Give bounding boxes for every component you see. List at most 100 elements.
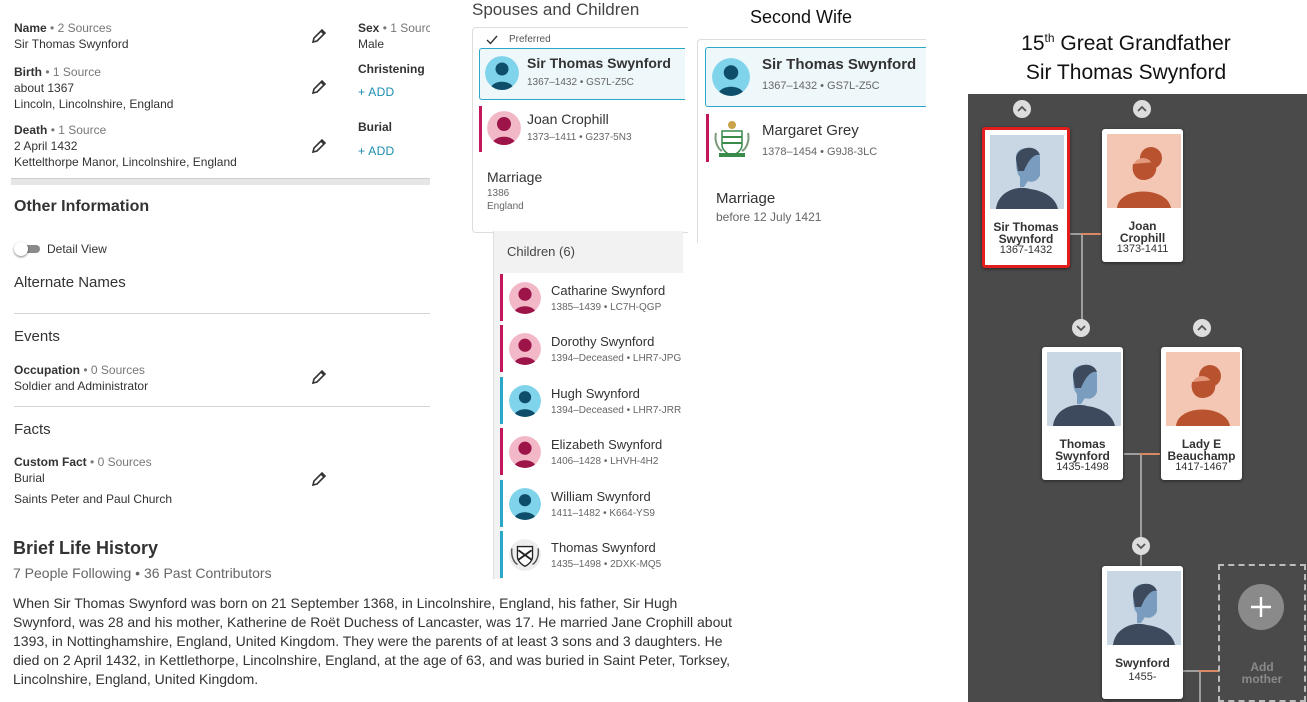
second-wife-gender-bar: [706, 114, 709, 162]
child-row[interactable]: Dorothy Swynford 1394–Deceased • LHR7-JPG: [500, 325, 685, 372]
wife-gender-bar: [479, 106, 482, 152]
tree-person-dates: 1373-1411: [1116, 243, 1169, 255]
female-avatar-icon: [509, 332, 541, 365]
sex-value: Male: [358, 37, 385, 51]
tree-person-card[interactable]: Sir Thomas Swynford 1367-1432: [982, 127, 1070, 268]
tree-person-dates: 1435-1498: [1056, 461, 1109, 473]
marriage-label: Marriage: [487, 169, 543, 185]
section-divider: [11, 178, 430, 185]
events-title: Events: [14, 328, 60, 345]
detail-view-toggle[interactable]: [14, 242, 42, 256]
chevron-up-icon[interactable]: [1013, 100, 1031, 118]
child-name[interactable]: Hugh Swynford: [551, 386, 681, 401]
children-title: Children (6): [507, 244, 575, 259]
wife-meta: 1373–1411 • G237-5N3: [527, 132, 632, 143]
child-row[interactable]: Hugh Swynford 1394–Deceased • LHR7-JRR: [500, 377, 685, 424]
chevron-down-icon[interactable]: [1132, 537, 1150, 555]
tree-connector: [1081, 233, 1083, 330]
death-date: 2 April 1432: [14, 139, 78, 153]
child-info: Elizabeth Swynford 1406–1428 • LHVH-4H2: [551, 437, 662, 467]
sex-label-row: Sex • 1 Sourc: [358, 21, 430, 35]
female-avatar-icon: [509, 435, 541, 468]
edit-pencil-icon[interactable]: [310, 368, 328, 386]
child-row[interactable]: Elizabeth Swynford 1406–1428 • LHVH-4H2: [500, 428, 685, 475]
tree-person-card[interactable]: Lady E Beauchamp 1417-1467: [1161, 347, 1242, 480]
child-info: Catharine Swynford 1385–1439 • LC7H-QGP: [551, 283, 665, 313]
birth-sources[interactable]: • 1 Source: [45, 65, 101, 79]
custom-fact-sources[interactable]: • 0 Sources: [90, 455, 152, 469]
child-meta: 1394–Deceased • LHR7-JPG: [551, 352, 682, 364]
burial-add-button[interactable]: + ADD: [358, 144, 395, 158]
chevron-down-icon[interactable]: [1072, 319, 1090, 337]
child-name[interactable]: William Swynford: [551, 489, 655, 504]
tree-title-generation: 15: [1021, 32, 1045, 55]
sex-sources[interactable]: • 1 Sourc: [383, 21, 430, 35]
tree-person-card[interactable]: Swynford 1455-: [1102, 566, 1183, 699]
christening-add-button[interactable]: + ADD: [358, 85, 395, 99]
sex-label: Sex: [358, 21, 380, 35]
name-label: Name: [14, 21, 47, 35]
life-history-following[interactable]: 7 People Following • 36 Past Contributor…: [13, 565, 272, 581]
tree-person-name: Joan Crophill: [1102, 220, 1183, 244]
tree-portrait: [1047, 352, 1121, 426]
edit-pencil-icon[interactable]: [310, 27, 328, 45]
tree-person-card[interactable]: Thomas Swynford 1435-1498: [1042, 347, 1123, 480]
custom-fact-value: Burial: [14, 471, 45, 485]
tree-title-person: Sir Thomas Swynford: [1025, 61, 1227, 84]
marriage-place: England: [487, 201, 524, 212]
tree-person-name: Sir Thomas Swynford: [985, 221, 1067, 245]
female-avatar-icon: [509, 281, 541, 314]
tree-connector: [1140, 453, 1142, 573]
divider: [14, 313, 430, 314]
death-sources[interactable]: • 1 Source: [51, 123, 107, 137]
burial-label: Burial: [358, 120, 393, 134]
edit-pencil-icon[interactable]: [310, 137, 328, 155]
child-name[interactable]: Catharine Swynford: [551, 283, 665, 298]
coat-of-arms-icon: [509, 538, 541, 571]
child-name[interactable]: Dorothy Swynford: [551, 334, 681, 349]
preferred-label: Preferred: [509, 34, 551, 45]
pedigree-tree[interactable]: Sir Thomas Swynford 1367-1432 Joan Crophill 1…: [968, 94, 1307, 702]
child-info: Hugh Swynford 1394–Deceased • LHR7-JRR: [551, 386, 681, 416]
male-avatar-icon: [485, 56, 519, 90]
add-mother-label: mother: [1241, 672, 1283, 686]
occupation-label: Occupation: [14, 363, 81, 377]
tree-connector: [1081, 233, 1101, 235]
occupation-label-row: Occupation • 0 Sources: [14, 363, 145, 377]
name-sources[interactable]: • 2 Sources: [50, 21, 112, 35]
child-row[interactable]: Catharine Swynford 1385–1439 • LC7H-QGP: [500, 274, 685, 321]
husband-name[interactable]: Sir Thomas Swynford: [527, 55, 671, 71]
tree-title-suffix: th: [1044, 31, 1055, 45]
coat-of-arms-icon: [714, 121, 750, 157]
child-meta: 1406–1428 • LHVH-4H2: [551, 455, 659, 467]
edit-pencil-icon[interactable]: [310, 78, 328, 96]
second-husband-name[interactable]: Sir Thomas Swynford: [762, 56, 916, 73]
child-row[interactable]: Thomas Swynford 1435–1498 • 2DXK-MQ5: [500, 531, 685, 578]
child-name[interactable]: Elizabeth Swynford: [551, 437, 662, 452]
tree-connector: [1199, 670, 1219, 672]
alternate-names-title[interactable]: Alternate Names: [14, 274, 126, 291]
occupation-sources[interactable]: • 0 Sources: [83, 363, 145, 377]
female-avatar-icon: [487, 111, 521, 145]
child-meta: 1394–Deceased • LHR7-JRR: [551, 404, 682, 416]
chevron-up-icon[interactable]: [1133, 100, 1151, 118]
second-wife-title: Second Wife: [750, 7, 853, 27]
child-meta: 1385–1439 • LC7H-QGP: [551, 301, 662, 313]
add-mother-button[interactable]: Add mother: [1218, 564, 1306, 702]
tree-title-relation: Great Grandfather: [1054, 32, 1231, 55]
male-portrait-icon: [1047, 352, 1121, 426]
edit-pencil-icon[interactable]: [310, 470, 328, 488]
wife-name[interactable]: Joan Crophill: [527, 111, 609, 127]
second-marriage-date: before 12 July 1421: [716, 210, 822, 224]
birth-date: about 1367: [14, 81, 75, 95]
second-wife-meta: 1378–1454 • G9J8-3LC: [762, 146, 878, 158]
male-portrait-icon: [1107, 571, 1181, 645]
second-wife-name[interactable]: Margaret Grey: [762, 122, 859, 139]
child-name[interactable]: Thomas Swynford: [551, 540, 661, 555]
child-info: Dorothy Swynford 1394–Deceased • LHR7-JPG: [551, 334, 681, 364]
chevron-up-icon[interactable]: [1193, 319, 1211, 337]
tree-person-name-line1: Swynford: [1115, 656, 1170, 670]
death-label: Death: [14, 123, 48, 137]
child-row[interactable]: William Swynford 1411–1482 • K664-YS9: [500, 480, 685, 527]
tree-person-card[interactable]: Joan Crophill 1373-1411: [1102, 129, 1183, 262]
